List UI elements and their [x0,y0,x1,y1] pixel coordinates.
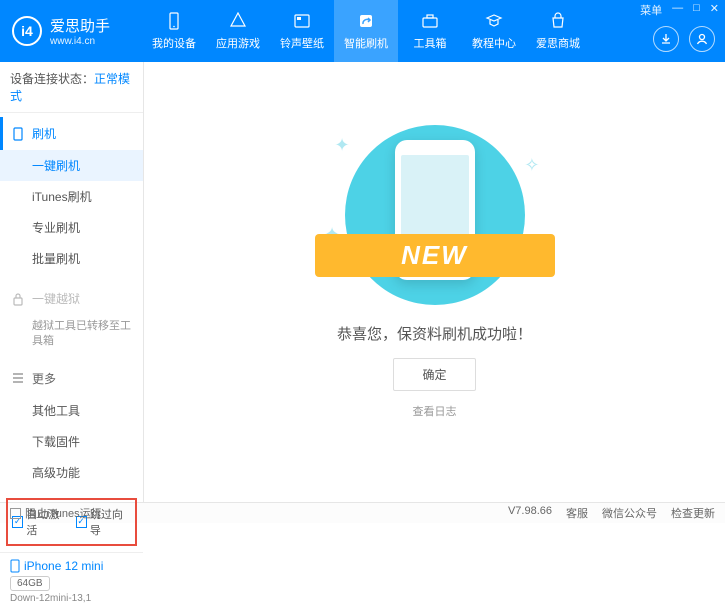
device-storage: 64GB [10,576,50,591]
sidebar-batch-flash[interactable]: 批量刷机 [0,243,143,274]
flash-icon [356,11,376,31]
device-detail: Down-12mini-13,1 [10,593,133,604]
check-update-link[interactable]: 检查更新 [671,505,715,521]
tutorial-icon [484,11,504,31]
main-nav: 我的设备 应用游戏 铃声壁纸 智能刷机 工具箱 教程中心 爱思商城 [142,0,590,62]
connection-status: 设备连接状态：正常模式 [0,62,143,113]
phone-icon [10,559,20,573]
sparkle-icon: ✦ [335,135,350,156]
list-icon [12,372,24,384]
sparkle-icon: ✧ [524,155,539,176]
nav-flash[interactable]: 智能刷机 [334,0,398,62]
brand-title: 爱思助手 [50,15,110,36]
sidebar-more-header[interactable]: 更多 [0,362,143,395]
minimize-button[interactable]: — [672,2,683,18]
confirm-button[interactable]: 确定 [393,358,475,391]
device-icon [164,11,184,31]
sidebar: 设备连接状态：正常模式 刷机 一键刷机 iTunes刷机 专业刷机 批量刷机 一… [0,62,144,502]
logo-icon: i4 [12,16,42,46]
nav-apps[interactable]: 应用游戏 [206,0,270,62]
nav-tutorials[interactable]: 教程中心 [462,0,526,62]
download-button[interactable] [653,26,679,52]
user-button[interactable] [689,26,715,52]
apps-icon [228,11,248,31]
brand-url: www.i4.cn [50,36,110,47]
customer-service-link[interactable]: 客服 [566,505,588,521]
block-itunes-checkbox[interactable]: 阻止iTunes运行 [10,505,102,521]
wechat-link[interactable]: 微信公众号 [602,505,657,521]
app-header: i4 爱思助手 www.i4.cn 我的设备 应用游戏 铃声壁纸 智能刷机 工具… [0,0,725,62]
success-message: 恭喜您，保资料刷机成功啦！ [337,323,532,344]
jailbreak-note: 越狱工具已转移至工具箱 [0,315,143,354]
sidebar-flash-header[interactable]: 刷机 [0,117,143,150]
nav-ringtones[interactable]: 铃声壁纸 [270,0,334,62]
nav-toolbox[interactable]: 工具箱 [398,0,462,62]
phone-icon [12,127,24,141]
header-right [653,26,715,52]
success-illustration: ✦ ✧ ✦ NEW [325,125,545,305]
sidebar-download-firmware[interactable]: 下载固件 [0,426,143,457]
close-button[interactable]: ✕ [710,2,719,18]
lock-icon [12,292,24,306]
nav-store[interactable]: 爱思商城 [526,0,590,62]
new-ribbon: NEW [315,234,555,277]
main-content: ✦ ✧ ✦ NEW 恭喜您，保资料刷机成功啦！ 确定 查看日志 [144,62,725,502]
nav-my-device[interactable]: 我的设备 [142,0,206,62]
sidebar-advanced[interactable]: 高级功能 [0,457,143,488]
toolbox-icon [420,11,440,31]
menu-button[interactable]: 菜单 [640,2,662,18]
sidebar-other-tools[interactable]: 其他工具 [0,395,143,426]
body: 设备连接状态：正常模式 刷机 一键刷机 iTunes刷机 专业刷机 批量刷机 一… [0,62,725,502]
wallpaper-icon [292,11,312,31]
store-icon [548,11,568,31]
device-name: iPhone 12 mini [10,559,133,573]
maximize-button[interactable]: □ [693,2,700,18]
sidebar-jailbreak-header[interactable]: 一键越狱 [0,282,143,315]
brand-text: 爱思助手 www.i4.cn [50,15,110,47]
sidebar-itunes-flash[interactable]: iTunes刷机 [0,181,143,212]
view-log-link[interactable]: 查看日志 [413,403,457,419]
sidebar-pro-flash[interactable]: 专业刷机 [0,212,143,243]
logo-area: i4 爱思助手 www.i4.cn [12,15,142,47]
window-controls: 菜单 — □ ✕ [640,2,719,18]
version-label: V7.98.66 [508,505,552,521]
device-info[interactable]: iPhone 12 mini 64GB Down-12mini-13,1 [0,552,143,610]
sidebar-oneclick-flash[interactable]: 一键刷机 [0,150,143,181]
